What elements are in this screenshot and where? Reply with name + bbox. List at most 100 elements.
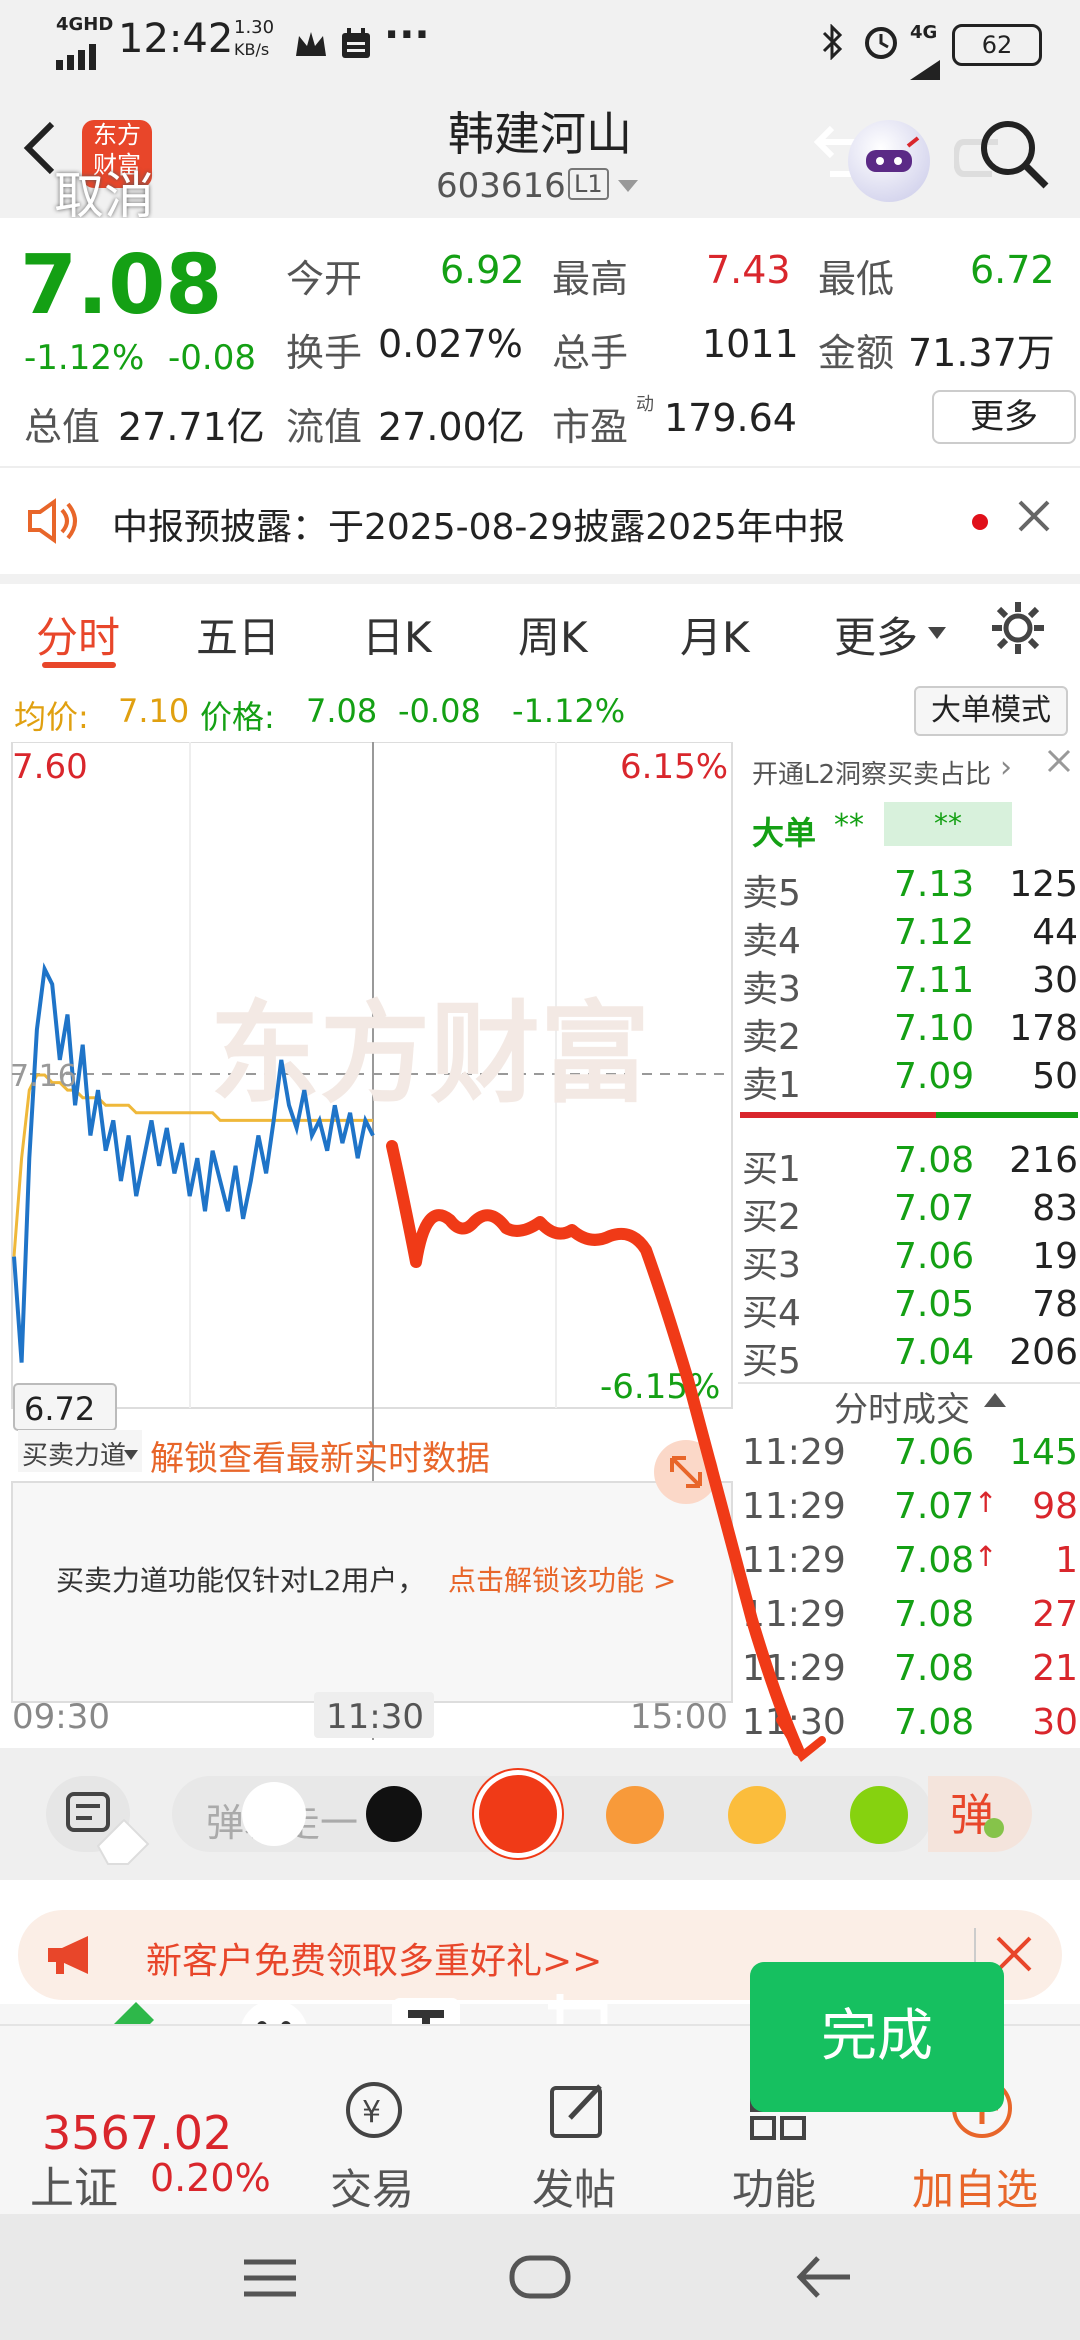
big-order-mode-button[interactable]: 大单模式: [914, 686, 1068, 736]
back-nav-icon[interactable]: [794, 2252, 854, 2306]
index-name[interactable]: 上证: [30, 2152, 118, 2216]
ask-row[interactable]: 卖4 7.12 44: [738, 912, 1080, 962]
bid-row[interactable]: 买2 7.07 83: [738, 1188, 1080, 1238]
bid-label: 买4: [742, 1293, 801, 1334]
trade-row: 11:29 7.07 ↑ 98: [738, 1486, 1080, 1536]
gear-icon[interactable]: [990, 600, 1046, 660]
barrage-toggle-icon[interactable]: 弹: [928, 1776, 1032, 1852]
ask-price: 7.09: [894, 1056, 975, 1097]
index-change[interactable]: 0.20%: [150, 2156, 271, 2200]
price-info-line: 均价: 7.10 价格: 7.08 -0.08 -1.12% 大单模式: [0, 680, 1080, 740]
ask-label: 卖2: [742, 1017, 801, 1058]
status-bar: 4GHD 12:42 1.30 KB/s ··· 4G 62: [0, 0, 1080, 84]
active-tab-indicator: [42, 662, 116, 668]
buy-ratio-bar: [936, 1112, 1078, 1118]
trade-row: 11:30 7.08 30: [738, 1702, 1080, 1752]
bid-row[interactable]: 买4 7.05 78: [738, 1284, 1080, 1334]
turnover-label: 换手: [286, 331, 363, 375]
tab-weekly-k[interactable]: 周K: [518, 604, 588, 665]
color-green[interactable]: [850, 1786, 908, 1844]
l2-link[interactable]: 开通L2洞察买卖占比: [752, 754, 991, 791]
notice-text: 中报预披露：于2025-08-29披露2025年中报: [112, 507, 845, 548]
trade-time: 11:30: [742, 1702, 846, 1743]
post-icon[interactable]: [548, 2080, 610, 2146]
low-value: 6.72: [970, 248, 1055, 292]
trade-volume: 27: [1032, 1594, 1078, 1635]
trade-time: 11:29: [742, 1540, 846, 1581]
trade-icon[interactable]: ¥: [340, 2080, 408, 2146]
big-order-value: **: [834, 808, 864, 843]
battery-icon: 62: [952, 24, 1042, 66]
more-status-icon: ···: [384, 12, 430, 58]
color-orange[interactable]: [606, 1786, 664, 1844]
intraday-chart[interactable]: 东方财富 7.60 6.15% 7.16 -6.15% 6.72 买卖力道 解锁…: [0, 742, 738, 1740]
signal-icon: [56, 34, 100, 70]
trade-volume: 21: [1032, 1648, 1078, 1689]
search-icon[interactable]: [976, 116, 1050, 194]
trade-row: 11:29 7.08 ↑ 1: [738, 1540, 1080, 1590]
tab-five-day[interactable]: 五日: [196, 604, 280, 665]
trade-label[interactable]: 交易: [330, 2156, 414, 2217]
robot-avatar-icon[interactable]: [848, 120, 930, 202]
stock-code: 603616: [436, 166, 566, 206]
float-value: 27.00亿: [378, 405, 525, 449]
done-button[interactable]: 完成: [750, 1962, 1004, 2112]
add-watch-label[interactable]: 加自选: [912, 2156, 1038, 2217]
tab-intraday[interactable]: 分时: [36, 604, 120, 665]
big-order-label: 大单: [752, 814, 817, 852]
price-label: 价格:: [200, 698, 275, 736]
more-button[interactable]: 更多: [932, 390, 1076, 444]
chevron-down-icon[interactable]: [616, 178, 640, 198]
bid-volume: 206: [1009, 1332, 1078, 1373]
color-white[interactable]: [242, 1782, 306, 1846]
ask-row[interactable]: 卖2 7.10 178: [738, 1008, 1080, 1058]
tab-more[interactable]: 更多: [834, 604, 918, 665]
ask-row[interactable]: 卖3 7.11 30: [738, 960, 1080, 1010]
trade-volume: 1: [1055, 1540, 1078, 1581]
menu-icon[interactable]: [240, 2256, 300, 2304]
ask-price: 7.10: [894, 1008, 975, 1049]
l2-header[interactable]: 开通L2洞察买卖占比 ›: [738, 742, 1080, 798]
trade-row: 11:29 7.06 145: [738, 1432, 1080, 1482]
bid-price: 7.06: [894, 1236, 975, 1277]
pe-value: 179.64: [664, 396, 797, 440]
bid-row[interactable]: 买1 7.08 216: [738, 1140, 1080, 1190]
trade-row: 11:29 7.08 21: [738, 1648, 1080, 1698]
color-red-selected[interactable]: [474, 1770, 562, 1858]
home-icon[interactable]: [508, 2252, 572, 2306]
color-black[interactable]: [366, 1786, 422, 1842]
ask-volume: 125: [1009, 864, 1078, 905]
trades-title[interactable]: 分时成交: [834, 1382, 970, 1431]
trade-price: 7.08: [894, 1594, 975, 1635]
ask-label: 卖5: [742, 873, 801, 914]
price-change: -0.08: [398, 692, 481, 730]
eraser-icon[interactable]: [88, 1810, 158, 1870]
bid-price: 7.07: [894, 1188, 975, 1229]
functions-label[interactable]: 功能: [732, 2156, 816, 2217]
bid-row[interactable]: 买5 7.04 206: [738, 1332, 1080, 1382]
megaphone-icon: [44, 1932, 98, 1982]
bid-row[interactable]: 买3 7.06 19: [738, 1236, 1080, 1286]
ask-volume: 178: [1009, 1008, 1078, 1049]
ask-price: 7.11: [894, 960, 975, 1001]
tab-daily-k[interactable]: 日K: [362, 604, 432, 665]
notice-bar[interactable]: 中报预披露：于2025-08-29披露2025年中报: [0, 466, 1080, 586]
force-selector: 买卖力道: [22, 1441, 126, 1471]
price-change-pct: -1.12%: [512, 692, 626, 730]
speaker-icon: [26, 498, 80, 548]
top-pct-label: 6.15%: [620, 747, 728, 787]
dropdown-icon[interactable]: [928, 624, 946, 643]
bid-price: 7.08: [894, 1140, 975, 1181]
bid-volume: 216: [1009, 1140, 1078, 1181]
level-badge[interactable]: L1: [568, 168, 609, 200]
low-label: 最低: [818, 257, 895, 301]
ask-row[interactable]: 卖5 7.13 125: [738, 864, 1080, 914]
close-icon[interactable]: [1016, 498, 1052, 538]
post-label[interactable]: 发帖: [532, 2156, 616, 2217]
tab-monthly-k[interactable]: 月K: [680, 604, 750, 665]
ask-row[interactable]: 卖1 7.09 50: [738, 1056, 1080, 1106]
time-end-label: 15:00: [630, 1697, 728, 1737]
close-l2-icon[interactable]: [1046, 748, 1072, 778]
color-yellow[interactable]: [728, 1786, 786, 1844]
ask-volume: 30: [1032, 960, 1078, 1001]
